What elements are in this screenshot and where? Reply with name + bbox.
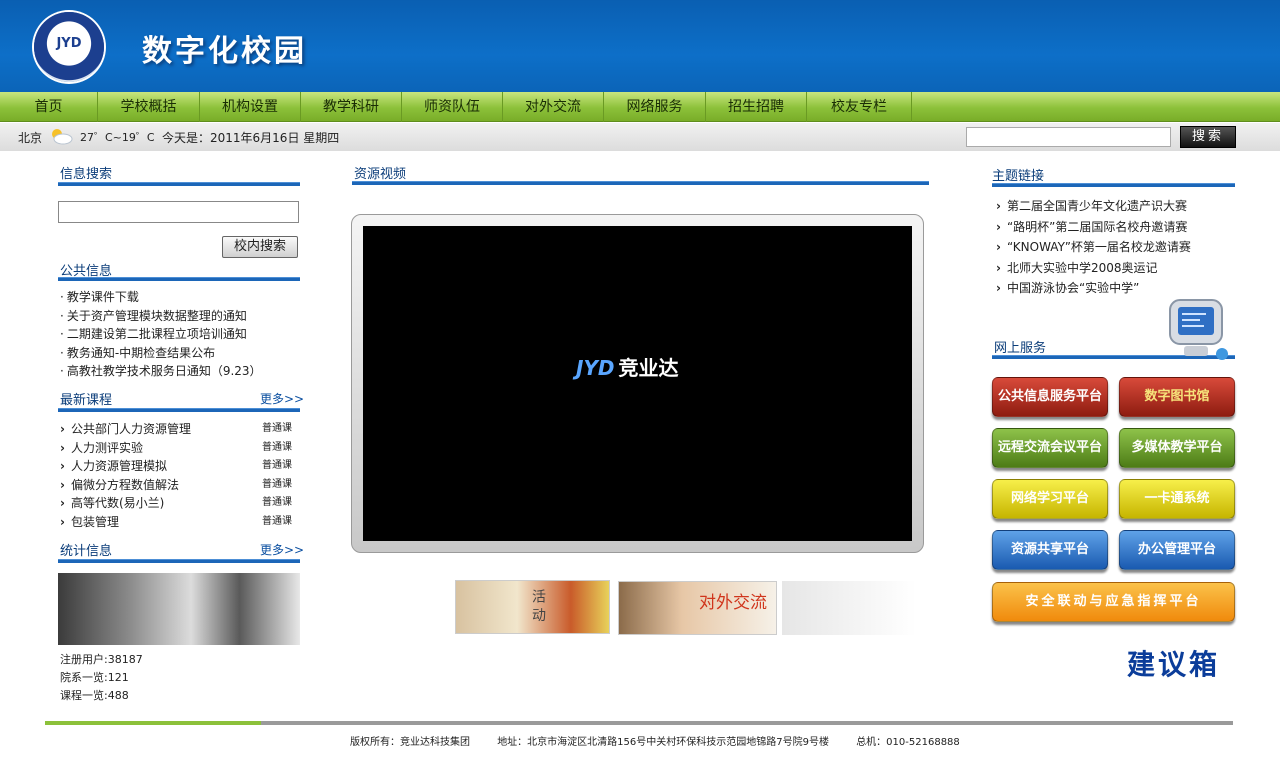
footer-address: 地址：北京市海淀区北清路156号中关村环保科技示范园地锦路7号院9号楼 <box>497 737 829 748</box>
course-name: 人力测评实验 <box>70 440 143 455</box>
course-tag: 普通课 <box>262 460 292 471</box>
footer: 版权所有：竞业达科技集团 地址：北京市海淀区北清路156号中关村环保科技示范园地… <box>350 733 984 748</box>
main-nav: 首页 学校概括 机构设置 教学科研 师资队伍 对外交流 网络服务 招生招聘 校友… <box>0 92 1280 122</box>
course-tag: 普通课 <box>262 423 292 434</box>
weather-temp: 27゜C~19゜C <box>80 131 155 144</box>
school-search-button[interactable]: 校内搜索 <box>222 236 298 258</box>
thumb-activity-text: 活 动 <box>530 589 546 622</box>
online-learning-button[interactable]: 网络学习平台 <box>992 479 1108 519</box>
registered-users: 注册用户:38187 <box>60 653 143 666</box>
list-item[interactable]: 关于资产管理模块数据整理的通知 <box>60 307 262 326</box>
info-search-input[interactable] <box>58 201 299 223</box>
nav-teaching-research[interactable]: 教学科研 <box>301 92 402 122</box>
course-name: 偏微分方程数值解法 <box>70 477 179 492</box>
school-logo[interactable]: JYD <box>34 12 104 82</box>
office-management-button[interactable]: 办公管理平台 <box>1119 530 1235 570</box>
list-item[interactable]: “路明杯”第二届国际名校舟邀请赛 <box>996 217 1191 238</box>
footer-divider-gray <box>261 721 1233 725</box>
list-item[interactable]: 北师大实验中学2008奥运记 <box>996 258 1191 279</box>
top-search-button[interactable]: 搜索 <box>1180 126 1236 148</box>
nav-network-services[interactable]: 网络服务 <box>604 92 706 122</box>
stats-more-link[interactable]: 更多>> <box>260 541 304 558</box>
table-row[interactable]: 高等代数(易小兰) 普通课 <box>60 494 300 513</box>
video-logo-en: JYD <box>576 356 615 380</box>
nav-admissions[interactable]: 招生招聘 <box>706 92 807 122</box>
nav-school-overview[interactable]: 学校概括 <box>98 92 200 122</box>
resource-video-title: 资源视频 <box>354 167 407 182</box>
table-row[interactable]: 人力测评实验 普通课 <box>60 439 300 458</box>
footer-copyright: 版权所有：竞业达科技集团 <box>350 737 470 748</box>
section-divider <box>58 559 300 563</box>
info-search-title: 信息搜索 <box>60 167 113 182</box>
table-row[interactable]: 公共部门人力资源管理 普通课 <box>60 420 300 439</box>
multimedia-teaching-button[interactable]: 多媒体教学平台 <box>1119 428 1235 468</box>
stats-title: 统计信息 <box>60 544 113 559</box>
stats-panel: 注册用户:38187 院系一览:121 课程一览:488 <box>60 651 143 705</box>
course-name: 人力资源管理模拟 <box>70 459 167 473</box>
video-screen[interactable]: JYD 竞业达 <box>363 226 912 541</box>
thumb-exchange-text: 对外交流 <box>699 593 767 613</box>
list-item[interactable]: 高教社教学技术服务日通知（9.23） <box>60 362 262 381</box>
nav-external-exchange[interactable]: 对外交流 <box>503 92 604 122</box>
list-item[interactable]: 教学课件下载 <box>60 288 262 307</box>
header: JYD 数字化校园 <box>0 0 1280 92</box>
course-tag: 普通课 <box>262 441 292 453</box>
list-item[interactable]: 二期建设第二批课程立项培训通知 <box>60 325 262 344</box>
footer-divider-green <box>45 721 261 725</box>
course-list: 公共部门人力资源管理普通课 人力测评实验普通课 人力资源管理模拟普通课 偏微分方… <box>60 420 300 531</box>
list-item[interactable]: 教务通知-中期检查结果公布 <box>60 344 262 363</box>
suggestion-box-link[interactable]: 建议箱 <box>1127 643 1220 683</box>
current-date: 今天是：2011年6月16日 星期四 <box>162 131 340 145</box>
section-divider <box>992 183 1235 187</box>
public-info-service-button[interactable]: 公共信息服务平台 <box>992 377 1108 417</box>
logo-text: JYD <box>56 36 82 51</box>
campus-card-button[interactable]: 一卡通系统 <box>1119 479 1235 519</box>
nav-alumni[interactable]: 校友专栏 <box>807 92 912 122</box>
table-row[interactable]: 人力资源管理模拟 普通课 <box>60 457 300 476</box>
section-divider <box>352 181 929 185</box>
thumbnail-placeholder[interactable] <box>782 581 916 635</box>
resource-sharing-button[interactable]: 资源共享平台 <box>992 530 1108 570</box>
courses-more-link[interactable]: 更多>> <box>260 390 304 407</box>
top-search-input[interactable] <box>966 127 1171 147</box>
weather-city: 北京 <box>18 131 43 145</box>
video-logo: JYD 竞业达 <box>576 352 679 381</box>
site-title: 数字化校园 <box>142 34 307 69</box>
course-tag: 普通课 <box>262 497 292 508</box>
list-item[interactable]: “KNOWAY”杯第一届名校龙邀请赛 <box>996 237 1191 258</box>
course-name: 高等代数(易小兰) <box>70 496 165 510</box>
topic-links-list: 第二届全国青少年文化遗产识大赛 “路明杯”第二届国际名校舟邀请赛 “KNOWAY… <box>996 196 1191 299</box>
nav-home[interactable]: 首页 <box>0 92 98 122</box>
digital-library-button[interactable]: 数字图书馆 <box>1119 377 1235 417</box>
courses-count: 课程一览:488 <box>60 689 129 702</box>
activity-thumbnail[interactable]: 活 动 <box>455 580 610 634</box>
computer-icon <box>1169 299 1228 360</box>
remote-meeting-button[interactable]: 远程交流会议平台 <box>992 428 1108 468</box>
section-divider <box>58 408 300 412</box>
list-item[interactable]: 第二届全国青少年文化遗产识大赛 <box>996 196 1191 217</box>
section-divider <box>58 277 300 281</box>
public-info-list: 教学课件下载 关于资产管理模块数据整理的通知 二期建设第二批课程立项培训通知 教… <box>60 288 262 381</box>
video-logo-cn: 竞业达 <box>618 356 679 380</box>
nav-faculty[interactable]: 师资队伍 <box>402 92 503 122</box>
course-name: 包装管理 <box>70 514 119 529</box>
footer-phone: 总机：010-52168888 <box>856 737 960 748</box>
video-player[interactable]: JYD 竞业达 <box>351 214 924 553</box>
table-row[interactable]: 偏微分方程数值解法 普通课 <box>60 476 300 495</box>
online-services-title: 网上服务 <box>994 341 1047 356</box>
topic-links-title: 主题链接 <box>992 169 1045 184</box>
course-tag: 普通课 <box>262 515 292 527</box>
students-photo <box>58 573 300 645</box>
course-name: 公共部门人力资源管理 <box>70 422 191 436</box>
departments-count: 院系一览:121 <box>60 671 129 684</box>
exchange-thumbnail[interactable]: 对外交流 <box>618 581 777 635</box>
course-tag: 普通课 <box>262 478 292 490</box>
section-divider <box>58 182 300 186</box>
nav-organization[interactable]: 机构设置 <box>200 92 301 122</box>
table-row[interactable]: 包装管理 普通课 <box>60 513 300 532</box>
emergency-command-button[interactable]: 安全联动与应急指挥平台 <box>992 582 1235 622</box>
latest-courses-title: 最新课程 <box>60 393 113 408</box>
partly-cloudy-icon <box>52 129 73 145</box>
